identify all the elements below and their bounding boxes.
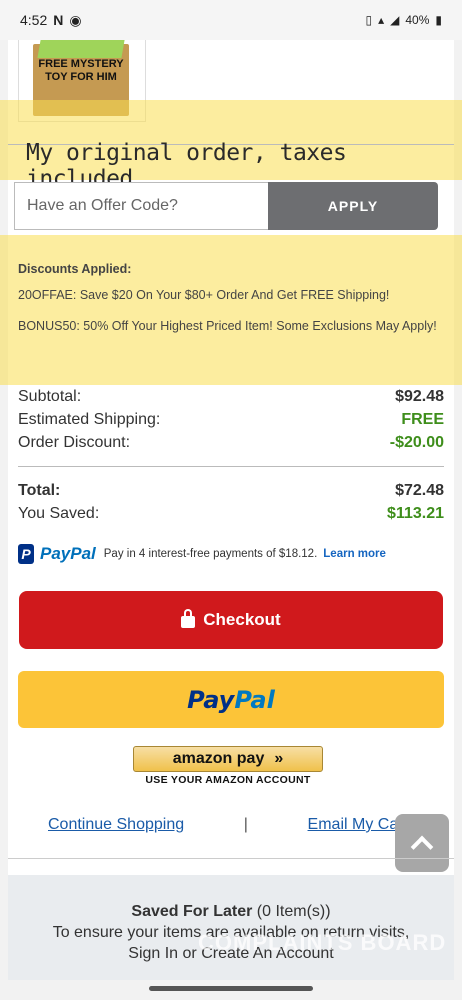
- shipping-row: Estimated Shipping: FREE: [18, 408, 444, 431]
- shipping-label: Estimated Shipping:: [18, 410, 161, 428]
- cart-links: Continue Shopping | Email My Cart: [48, 816, 408, 834]
- paypal-logo-icon: P: [18, 544, 34, 564]
- email-cart-link[interactable]: Email My Cart: [308, 816, 408, 834]
- saved-title: Saved For Later: [131, 903, 253, 920]
- discounts-title: Discounts Applied:: [18, 262, 132, 276]
- amazon-pay: amazon pay » USE YOUR AMAZON ACCOUNT: [133, 746, 323, 786]
- wifi-icon: ▴: [378, 13, 385, 27]
- offer-code-input[interactable]: [14, 182, 268, 230]
- battery-icon: ▮: [435, 13, 442, 27]
- checkout-button[interactable]: Checkout: [19, 591, 443, 649]
- time: 4:52: [20, 12, 48, 28]
- total-label: Total:: [18, 481, 61, 499]
- system-nav-bar: [0, 980, 462, 1000]
- paypal-credit-text: Pay in 4 interest-free payments of $18.1…: [103, 548, 318, 560]
- shipping-value: FREE: [401, 410, 444, 428]
- watermark: COMPLAINTS BOARD: [198, 930, 447, 955]
- discounts-applied: Discounts Applied: 20OFFAE: Save $20 On …: [18, 262, 438, 350]
- status-bar: 4:52 N ◉ ▯ ▴ ◢ 40% ▮: [0, 0, 462, 40]
- link-separator: |: [243, 816, 248, 833]
- paypal-logo-pal: Pal: [234, 685, 275, 714]
- discount-label: Order Discount:: [18, 433, 131, 451]
- amazon-pay-caption: USE YOUR AMAZON ACCOUNT: [145, 774, 311, 786]
- checkout-label: Checkout: [203, 610, 281, 629]
- vibrate-icon: ▯: [365, 13, 373, 27]
- total-value: $72.48: [395, 481, 444, 499]
- double-chevron-icon: »: [274, 750, 284, 767]
- amazon-pay-label: amazon pay: [172, 750, 265, 767]
- discount-item: BONUS50: 50% Off Your Highest Priced Ite…: [18, 319, 437, 333]
- saved-label: You Saved:: [18, 504, 100, 522]
- saved-for-later: Saved For Later (0 Item(s)) To ensure yo…: [8, 875, 454, 980]
- status-right: ▯ ▴ ◢ 40% ▮: [365, 13, 442, 27]
- home-gesture-pill[interactable]: [149, 986, 313, 991]
- learn-more-link[interactable]: Learn more: [323, 548, 386, 560]
- saved-count: (0 Item(s)): [256, 903, 331, 920]
- battery-text: 40%: [405, 13, 430, 27]
- paypal-checkout-button[interactable]: PayPal: [18, 671, 444, 728]
- paypal-brand: PayPal: [40, 544, 96, 563]
- discount-item: 20OFFAE: Save $20 On Your $80+ Order And…: [18, 288, 390, 302]
- summary-divider: [18, 466, 444, 467]
- toy-box-text: FREE MYSTERY TOY FOR HIM: [38, 58, 124, 83]
- amazon-pay-button[interactable]: amazon pay »: [133, 746, 323, 772]
- saved-title-line: Saved For Later (0 Item(s)): [8, 901, 454, 922]
- scroll-to-top-button[interactable]: [395, 814, 449, 872]
- apply-button[interactable]: APPLY: [268, 182, 438, 230]
- paypal-logo-pay: Pay: [187, 685, 235, 714]
- status-left: 4:52 N ◉: [20, 12, 82, 29]
- total-row: Total: $72.48: [18, 479, 444, 502]
- subtotal-label: Subtotal:: [18, 387, 82, 405]
- chevron-up-icon: [410, 835, 434, 859]
- discount-value: -$20.00: [389, 433, 444, 451]
- subtotal-value: $92.48: [395, 387, 444, 405]
- divider: [8, 858, 454, 859]
- continue-shopping-link[interactable]: Continue Shopping: [48, 816, 184, 834]
- subtotal-row: Subtotal: $92.48: [18, 385, 444, 408]
- netflix-icon: N: [53, 12, 64, 28]
- lock-icon: [181, 609, 196, 628]
- order-summary: Subtotal: $92.48 Estimated Shipping: FRE…: [18, 385, 444, 525]
- signal-icon: ◢: [390, 13, 400, 27]
- incognito-icon: ◉: [69, 11, 82, 28]
- saved-row: You Saved: $113.21: [18, 502, 444, 525]
- offer-code-form: APPLY: [14, 182, 438, 230]
- toy-box-lid: [37, 40, 125, 58]
- discount-row: Order Discount: -$20.00: [18, 431, 444, 454]
- paypal-pay-in-4: P PayPal Pay in 4 interest-free payments…: [18, 544, 444, 564]
- saved-value: $113.21: [387, 504, 444, 522]
- paypal-logo: PayPal: [187, 686, 275, 714]
